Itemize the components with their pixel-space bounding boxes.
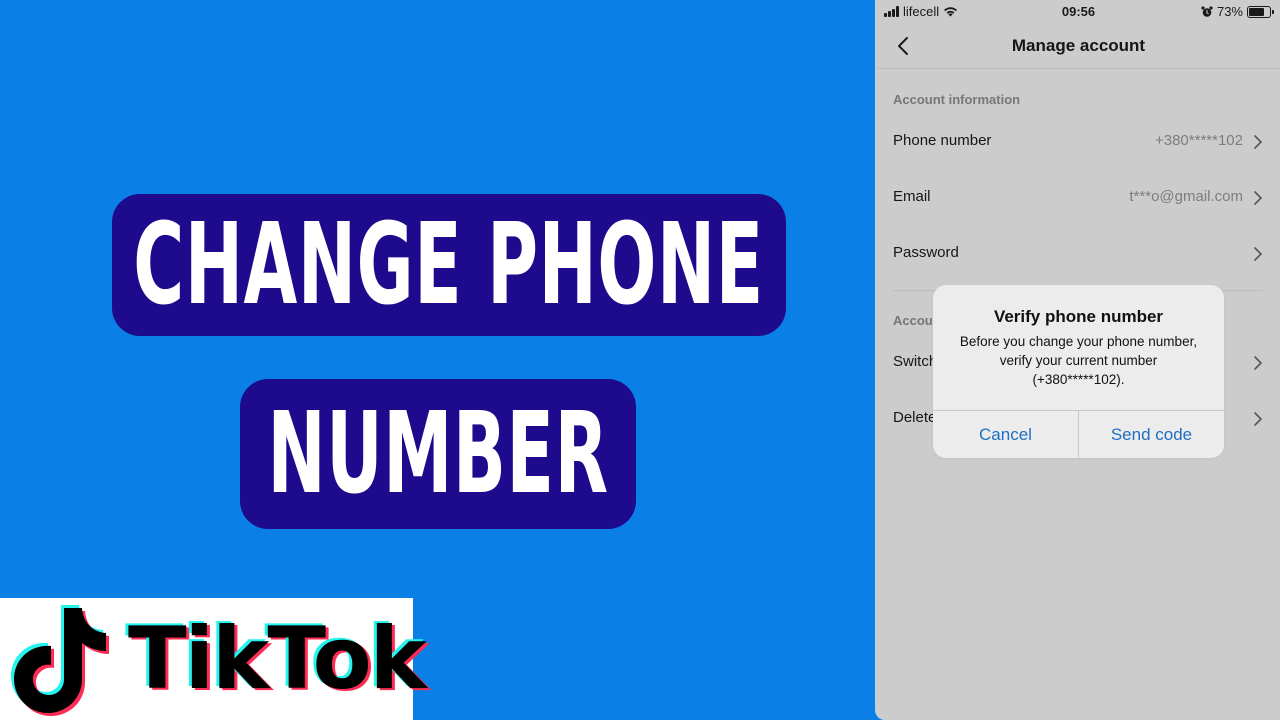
phone-screen: lifecell 09:56 73% Manage account Accoun… xyxy=(875,0,1280,720)
battery-fill xyxy=(1249,7,1264,16)
alert-actions: Cancel Send code xyxy=(933,410,1224,458)
alarm-icon xyxy=(1201,5,1213,17)
section-header-account-control: Accou xyxy=(893,313,933,328)
alert-message: Before you change your phone number, ver… xyxy=(959,334,1198,387)
row-label: Switch xyxy=(893,353,938,370)
row-email[interactable]: Email t***o@gmail.com xyxy=(876,170,1280,226)
row-value: t***o@gmail.com xyxy=(1129,188,1243,205)
row-phone-number[interactable]: Phone number +380*****102 xyxy=(876,114,1280,170)
row-label: Delete xyxy=(893,409,937,426)
row-value: +380*****102 xyxy=(1154,132,1243,149)
row-label: Phone number xyxy=(893,132,992,149)
chevron-right-icon xyxy=(1254,191,1263,205)
tiktok-wordmark: TikTok xyxy=(128,609,427,709)
row-password[interactable]: Password xyxy=(876,226,1280,282)
send-code-button[interactable]: Send code xyxy=(1078,411,1224,458)
alert-title: Verify phone number xyxy=(993,307,1164,326)
section-header-account-info: Account information xyxy=(893,92,1021,107)
chevron-right-icon xyxy=(1254,356,1263,370)
title-text-1: CHANGE PHONE xyxy=(133,200,765,330)
battery-icon xyxy=(1247,5,1274,18)
title-line-2: NUMBER xyxy=(246,385,630,523)
tiktok-logo: TikTok xyxy=(0,598,427,720)
chevron-right-icon xyxy=(1254,247,1263,261)
tiktok-note-icon xyxy=(11,605,109,716)
status-bar: lifecell 09:56 73% xyxy=(876,0,1280,24)
title-text-2: NUMBER xyxy=(267,389,609,519)
chevron-right-icon xyxy=(1254,412,1263,426)
chevron-right-icon xyxy=(1254,135,1263,149)
nav-bar: Manage account xyxy=(876,24,1280,69)
title-line-1: CHANGE PHONE xyxy=(118,200,780,330)
row-label: Password xyxy=(893,244,959,261)
verify-phone-alert: Verify phone number Before you change yo… xyxy=(933,285,1224,458)
cancel-button[interactable]: Cancel xyxy=(933,411,1078,458)
battery-percent: 73% xyxy=(1216,4,1243,19)
row-label: Email xyxy=(893,188,931,205)
page-title: Manage account xyxy=(1011,36,1146,55)
